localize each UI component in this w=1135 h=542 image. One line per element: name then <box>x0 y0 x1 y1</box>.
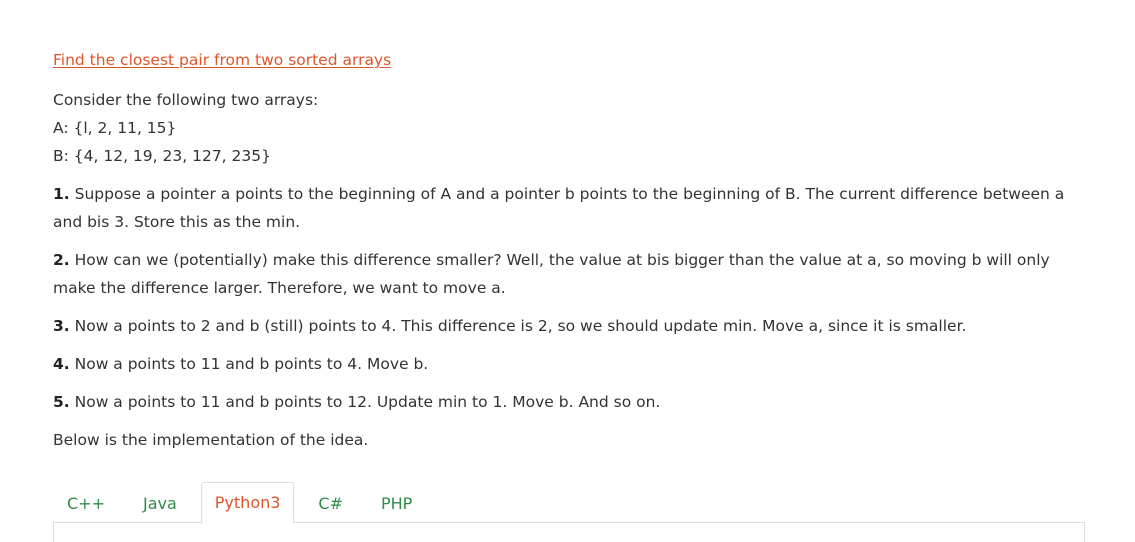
step-3: 3. Now a points to 2 and b (still) point… <box>53 312 1085 340</box>
step-text: Suppose a pointer a points to the beginn… <box>53 185 1065 231</box>
array-b-line: B: {4, 12, 19, 23, 127, 235} <box>53 147 271 165</box>
tab-java[interactable]: Java <box>129 483 191 523</box>
tab-csharp[interactable]: C# <box>304 483 357 523</box>
step-2: 2. How can we (potentially) make this di… <box>53 246 1085 302</box>
intro-paragraph: Consider the following two arrays: A: {l… <box>53 86 1085 170</box>
step-text: Now a points to 2 and b (still) points t… <box>69 317 967 335</box>
step-4: 4. Now a points to 11 and b points to 4.… <box>53 350 1085 378</box>
step-1: 1. Suppose a pointer a points to the beg… <box>53 180 1085 236</box>
tab-row: C++ Java Python3 C# PHP <box>53 482 1085 524</box>
step-number: 3. <box>53 317 70 335</box>
intro-line: Consider the following two arrays: <box>53 91 319 109</box>
step-number: 1. <box>53 185 70 203</box>
step-number: 4. <box>53 355 70 373</box>
title-link[interactable]: Find the closest pair from two sorted ar… <box>53 48 1085 72</box>
step-text: Now a points to 11 and b points to 4. Mo… <box>69 355 429 373</box>
tab-cpp[interactable]: C++ <box>53 483 119 523</box>
tab-php[interactable]: PHP <box>367 483 426 523</box>
step-5: 5. Now a points to 11 and b points to 12… <box>53 388 1085 416</box>
step-number: 2. <box>53 251 70 269</box>
array-a-line: A: {l, 2, 11, 15} <box>53 119 177 137</box>
step-number: 5. <box>53 393 70 411</box>
language-tabs: C++ Java Python3 C# PHP <box>53 482 1085 542</box>
outro-paragraph: Below is the implementation of the idea. <box>53 431 369 449</box>
step-text: How can we (potentially) make this diffe… <box>53 251 1050 297</box>
article-content: Find the closest pair from two sorted ar… <box>53 48 1085 464</box>
step-text: Now a points to 11 and b points to 12. U… <box>69 393 661 411</box>
tab-python3[interactable]: Python3 <box>200 482 295 524</box>
code-panel <box>53 522 1085 542</box>
